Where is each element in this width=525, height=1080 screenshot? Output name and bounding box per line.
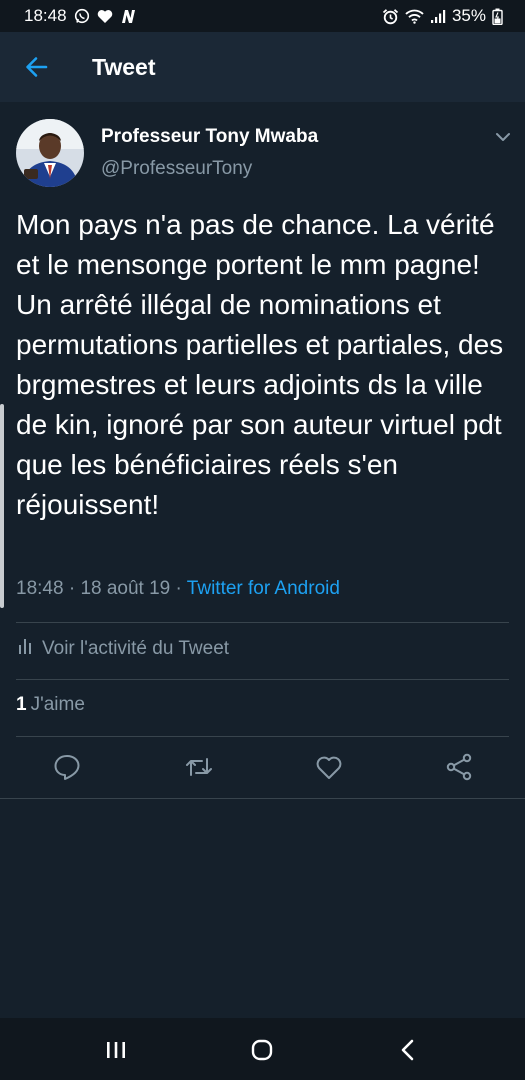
edge-panel-handle[interactable] [0,404,4,608]
page-title: Tweet [92,54,156,80]
likes-count: 1 [16,694,27,715]
alarm-icon [382,8,399,25]
meta-separator: · [63,578,81,599]
app-bar: Tweet [0,32,525,102]
wifi-icon [405,9,424,24]
author-name[interactable]: Professeur Tony Mwaba [101,126,318,148]
arrow-left-icon[interactable] [24,54,50,80]
author-handle[interactable]: @ProfesseurTony [101,158,252,180]
tweet-activity-link[interactable]: Voir l'activité du Tweet [18,637,229,661]
chevron-down-icon[interactable] [494,130,512,144]
battery-icon [492,8,503,25]
reply-icon[interactable] [52,752,82,782]
tweet-detail: Professeur Tony Mwaba @ProfesseurTony Mo… [0,102,525,799]
like-icon[interactable] [314,752,344,782]
battery-percent: 35% [451,6,486,25]
whatsapp-icon [74,8,90,24]
tweet-text: Mon pays n'a pas de chance. La vérité et… [16,209,504,520]
likes-summary[interactable]: 1 J'aime [16,694,85,716]
meta-separator: · [170,578,187,599]
signal-icon [430,9,446,24]
n-app-icon [120,9,137,24]
status-left: 18:48 [0,6,137,26]
home-icon[interactable] [248,1036,276,1064]
avatar[interactable] [16,119,84,187]
tweet-date: 18 août 19 [80,578,171,599]
analytics-icon [18,637,32,661]
status-right: 35% [382,6,525,26]
tweet-time: 18:48 [16,578,64,599]
tweet-client-link[interactable]: Twitter for Android [187,578,340,599]
status-time: 18:48 [24,6,67,25]
divider [16,736,509,737]
share-icon[interactable] [444,752,474,782]
activity-label: Voir l'activité du Tweet [42,638,230,659]
divider [16,622,509,623]
system-nav-bar [0,1018,525,1080]
tweet-meta: 18:48 · 18 août 19 · Twitter for Android [16,578,340,600]
divider [16,679,509,680]
recent-apps-icon[interactable] [102,1036,130,1064]
retweet-icon[interactable] [184,752,214,782]
tweet-actions [0,752,525,786]
status-bar: 18:48 35% [0,0,525,32]
back-icon[interactable] [394,1036,422,1064]
heart-icon [97,9,113,24]
likes-label: J'aime [30,694,85,715]
